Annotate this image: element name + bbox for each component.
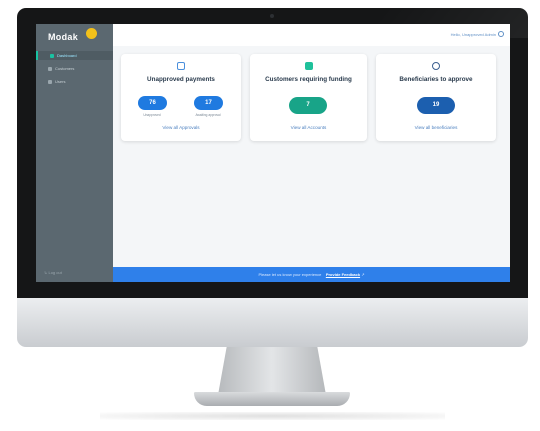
view-beneficiaries-link[interactable]: View all beneficiaries	[376, 125, 496, 130]
external-link-icon: ↗	[361, 272, 365, 277]
beneficiaries-count-badge[interactable]: 19	[417, 97, 455, 114]
payments-icon	[177, 62, 185, 70]
logout-link[interactable]: ↳ Log out	[44, 270, 62, 275]
beneficiaries-icon	[432, 62, 440, 70]
app-screen: Modak Dashboard Customers Users ↳ Log ou…	[36, 24, 510, 282]
camera-icon	[270, 14, 274, 18]
imac-mockup: Modak Dashboard Customers Users ↳ Log ou…	[0, 0, 540, 431]
feedback-text: Please let us know your experience	[258, 272, 322, 277]
feedback-banner: Please let us know your experience Provi…	[113, 267, 510, 282]
customers-funding-card: Customers requiring funding 7 View all A…	[250, 54, 367, 141]
funding-icon	[304, 62, 313, 70]
sidebar-item-label: Users	[55, 79, 66, 84]
logout-icon: ↳	[44, 270, 48, 275]
card-title: Beneficiaries to approve	[399, 76, 473, 83]
monitor-stand-neck	[218, 347, 326, 395]
logo-mark-icon	[86, 28, 97, 39]
funding-count-badge[interactable]: 7	[289, 97, 327, 114]
unapproved-caption: Unapproved	[143, 113, 161, 117]
logout-label: Log out	[48, 270, 62, 275]
dashboard-icon	[50, 53, 54, 58]
unapproved-count-badge[interactable]: 76	[138, 96, 167, 110]
sidebar-item-dashboard[interactable]: Dashboard	[36, 51, 113, 60]
user-menu[interactable]: Hello, Unapproved Admin	[451, 32, 496, 37]
view-approvals-link[interactable]: View all Approvals	[121, 125, 241, 130]
user-avatar-icon[interactable]	[498, 31, 504, 37]
card-title: Unapproved payments	[147, 76, 215, 83]
awaiting-caption: Awaiting approval	[195, 113, 221, 117]
view-accounts-link[interactable]: View all Accounts	[250, 125, 367, 130]
unapproved-payments-card: Unapproved payments 76 Unapproved 17 Awa…	[121, 54, 241, 141]
awaiting-count-badge[interactable]: 17	[194, 96, 223, 110]
beneficiaries-card: Beneficiaries to approve 19 View all ben…	[376, 54, 496, 141]
monitor-stand-base	[194, 392, 350, 406]
sidebar-item-label: Dashboard	[57, 53, 77, 58]
sidebar-item-label: Customers	[55, 66, 75, 71]
users-icon	[48, 79, 52, 84]
card-title: Customers requiring funding	[265, 76, 352, 83]
app-logo[interactable]: Modak	[48, 32, 78, 42]
sidebar-item-users[interactable]: Users	[36, 77, 113, 86]
customers-icon	[48, 66, 52, 71]
provide-feedback-link[interactable]: Provide Feedback	[326, 272, 360, 277]
sidebar: Modak Dashboard Customers Users ↳ Log ou…	[36, 24, 113, 282]
sidebar-item-customers[interactable]: Customers	[36, 64, 113, 73]
top-bar: Hello, Unapproved Admin	[113, 24, 510, 46]
monitor-chin	[17, 298, 528, 347]
floor-shadow	[100, 412, 445, 420]
